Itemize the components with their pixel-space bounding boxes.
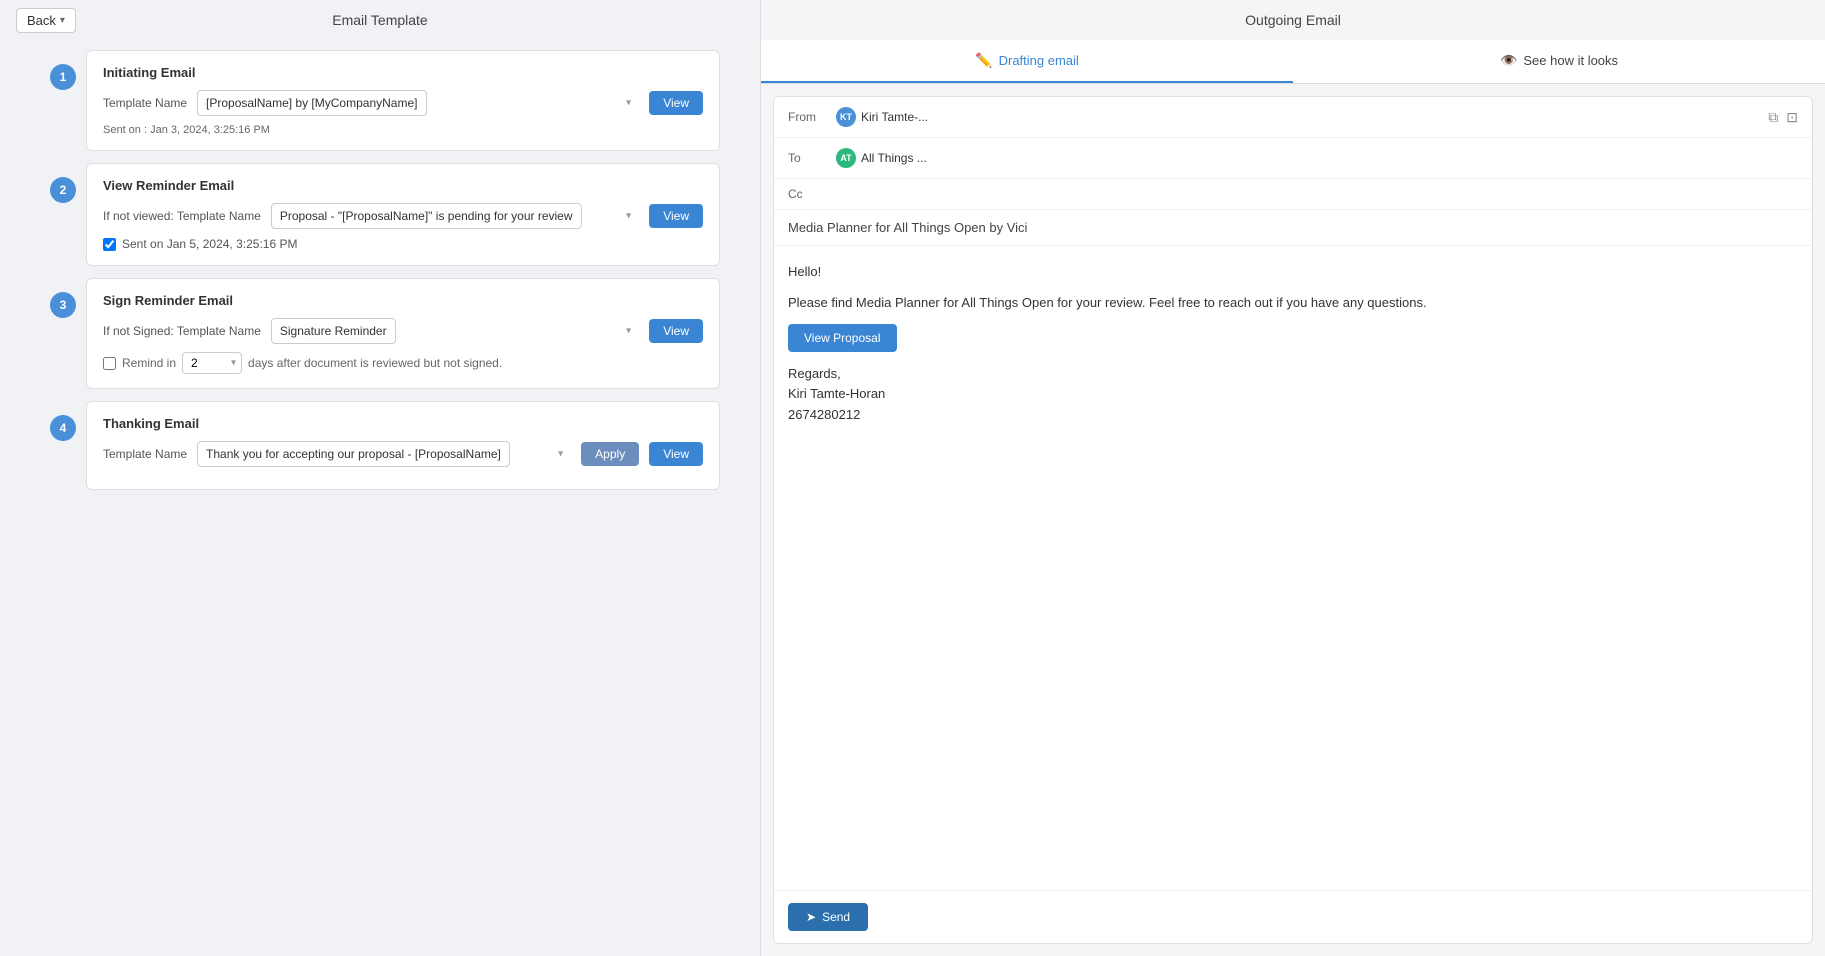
section-3-field-row: If not Signed: Template Name Signature R… (103, 318, 703, 344)
email-sender-phone: 2674280212 (788, 407, 860, 422)
section-2-field-label: If not viewed: Template Name (103, 209, 261, 223)
email-greeting: Hello! (788, 262, 1798, 283)
section-1-field-row: Template Name [ProposalName] by [MyCompa… (103, 90, 703, 116)
email-paragraph: Please find Media Planner for All Things… (788, 293, 1798, 314)
section-4-title: Thanking Email (103, 416, 703, 431)
section-3-title: Sign Reminder Email (103, 293, 703, 308)
expand-icon[interactable]: ⊡ (1786, 109, 1798, 126)
right-title: Outgoing Email (1245, 12, 1341, 28)
back-button[interactable]: Back ▾ (16, 8, 76, 33)
tab-see-label: See how it looks (1523, 53, 1618, 68)
section-4-template-select[interactable]: Thank you for accepting our proposal - [… (197, 441, 510, 467)
back-label: Back (27, 13, 56, 28)
email-compose: From KT Kiri Tamte-... ⧉ ⊡ To AT All Thi… (773, 96, 1813, 944)
section-1-select-wrapper[interactable]: [ProposalName] by [MyCompanyName] (197, 90, 639, 116)
section-3-remind-select-wrapper[interactable]: 2 1 3 5 7 (182, 352, 242, 374)
copy-icon[interactable]: ⧉ (1768, 109, 1778, 126)
section-1-card: Initiating Email Template Name [Proposal… (86, 50, 720, 151)
tabs-row: ✏️ Drafting email 👁️ See how it looks (761, 40, 1825, 84)
chevron-down-icon: ▾ (60, 15, 65, 26)
step-badge-1: 1 (50, 64, 76, 90)
send-label: Send (822, 910, 850, 924)
right-top-bar: Outgoing Email (761, 0, 1825, 40)
section-2-checkbox-label: Sent on Jan 5, 2024, 3:25:16 PM (122, 237, 297, 251)
email-footer: ➤ Send (774, 890, 1812, 943)
section-2-select-wrapper[interactable]: Proposal - "[ProposalName]" is pending f… (271, 203, 639, 229)
section-3-remind-checkbox[interactable] (103, 357, 116, 370)
section-2-wrapper: 2 View Reminder Email If not viewed: Tem… (50, 163, 720, 266)
step-badge-3: 3 (50, 292, 76, 318)
section-2-title: View Reminder Email (103, 178, 703, 193)
section-2-checkbox[interactable] (103, 238, 116, 251)
section-3-remind-suffix: days after document is reviewed but not … (248, 356, 502, 370)
email-subject: Media Planner for All Things Open by Vic… (774, 210, 1812, 246)
eye-icon: 👁️ (1500, 52, 1517, 69)
step-badge-2: 2 (50, 177, 76, 203)
section-3-view-button[interactable]: View (649, 319, 703, 343)
email-regards: Regards, Kiri Tamte-Horan 2674280212 (788, 364, 1798, 426)
to-avatar: AT (836, 148, 856, 168)
section-1-template-select[interactable]: [ProposalName] by [MyCompanyName] (197, 90, 427, 116)
sections-container: 1 Initiating Email Template Name [Propos… (0, 40, 760, 956)
page-title: Email Template (332, 12, 427, 28)
section-3-select-wrapper[interactable]: Signature Reminder (271, 318, 639, 344)
send-button[interactable]: ➤ Send (788, 903, 868, 931)
section-1-wrapper: 1 Initiating Email Template Name [Propos… (50, 50, 720, 151)
email-header-icons: ⧉ ⊡ (1768, 109, 1798, 126)
section-1-title: Initiating Email (103, 65, 703, 80)
step-badge-4: 4 (50, 415, 76, 441)
section-4-card: Thanking Email Template Name Thank you f… (86, 401, 720, 490)
section-1-sent-info: Sent on : Jan 3, 2024, 3:25:16 PM (103, 124, 703, 136)
section-3-remind-row: Remind in 2 1 3 5 7 days after document … (103, 352, 703, 374)
section-3-remind-days-select[interactable]: 2 1 3 5 7 (182, 352, 242, 374)
tab-see-how-it-looks[interactable]: 👁️ See how it looks (1293, 40, 1825, 83)
section-3-template-select[interactable]: Signature Reminder (271, 318, 396, 344)
section-4-select-wrapper[interactable]: Thank you for accepting our proposal - [… (197, 441, 571, 467)
section-4-wrapper: 4 Thanking Email Template Name Thank you… (50, 401, 720, 490)
section-2-template-select[interactable]: Proposal - "[ProposalName]" is pending f… (271, 203, 582, 229)
email-sender-name: Kiri Tamte-Horan (788, 386, 885, 401)
section-2-checkbox-row: Sent on Jan 5, 2024, 3:25:16 PM (103, 237, 703, 251)
section-3-remind-label: Remind in (122, 356, 176, 370)
tab-drafting-label: Drafting email (999, 53, 1079, 68)
email-to-chip: AT All Things ... (828, 146, 935, 170)
section-2-view-button[interactable]: View (649, 204, 703, 228)
send-icon: ➤ (806, 910, 816, 924)
section-3-field-label: If not Signed: Template Name (103, 324, 261, 338)
email-from-label: From (788, 110, 828, 124)
edit-icon: ✏️ (975, 52, 992, 69)
section-4-apply-button[interactable]: Apply (581, 442, 639, 466)
view-proposal-button[interactable]: View Proposal (788, 324, 897, 352)
email-cc-label: Cc (788, 187, 828, 201)
section-4-view-button[interactable]: View (649, 442, 703, 466)
email-from-chip: KT Kiri Tamte-... (828, 105, 936, 129)
tab-drafting-email[interactable]: ✏️ Drafting email (761, 40, 1293, 83)
email-to-row: To AT All Things ... (774, 138, 1812, 179)
email-from-row: From KT Kiri Tamte-... ⧉ ⊡ (774, 97, 1812, 138)
from-avatar: KT (836, 107, 856, 127)
email-cc-row: Cc (774, 179, 1812, 210)
section-2-field-row: If not viewed: Template Name Proposal - … (103, 203, 703, 229)
left-top-bar: Back ▾ Email Template (0, 0, 760, 40)
section-2-card: View Reminder Email If not viewed: Templ… (86, 163, 720, 266)
section-1-field-label: Template Name (103, 96, 187, 110)
section-3-card: Sign Reminder Email If not Signed: Templ… (86, 278, 720, 389)
from-name: Kiri Tamte-... (861, 110, 928, 124)
section-3-wrapper: 3 Sign Reminder Email If not Signed: Tem… (50, 278, 720, 389)
email-body: Hello! Please find Media Planner for All… (774, 246, 1812, 890)
email-to-label: To (788, 151, 828, 165)
section-4-field-row: Template Name Thank you for accepting ou… (103, 441, 703, 467)
section-4-field-label: Template Name (103, 447, 187, 461)
section-1-view-button[interactable]: View (649, 91, 703, 115)
to-name: All Things ... (861, 151, 927, 165)
